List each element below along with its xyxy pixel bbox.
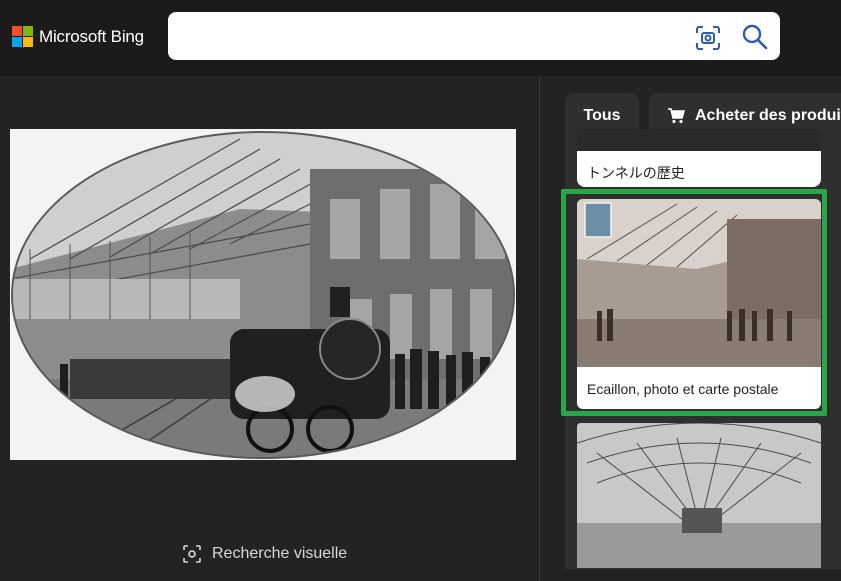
pane-divider: [539, 76, 540, 581]
bing-logo[interactable]: Microsoft Bing: [12, 26, 144, 47]
visual-search-camera-icon[interactable]: [694, 24, 722, 52]
result-thumbnail-engraving[interactable]: [577, 423, 821, 568]
main-search-image: [10, 129, 516, 460]
brand-name: Microsoft Bing: [39, 26, 144, 46]
selection-highlight: [561, 189, 827, 416]
visual-search-icon: [183, 545, 201, 563]
microsoft-logo-icon: [12, 26, 33, 47]
tab-shopping-label: Acheter des produits: [695, 107, 841, 124]
search-input[interactable]: [182, 22, 686, 52]
shopping-cart-icon: [668, 108, 685, 124]
result-title: トンネルの歴史: [587, 165, 685, 181]
search-icon[interactable]: [740, 22, 770, 52]
visual-search-label: Recherche visuelle: [212, 545, 348, 562]
visual-search-button[interactable]: Recherche visuelle: [182, 544, 347, 564]
search-box[interactable]: [168, 12, 780, 60]
result-thumbnail: [577, 129, 821, 151]
tab-all-label: Tous: [583, 107, 621, 124]
result-card[interactable]: トンネルの歴史: [577, 129, 821, 187]
top-bar: Microsoft Bing: [0, 0, 841, 76]
